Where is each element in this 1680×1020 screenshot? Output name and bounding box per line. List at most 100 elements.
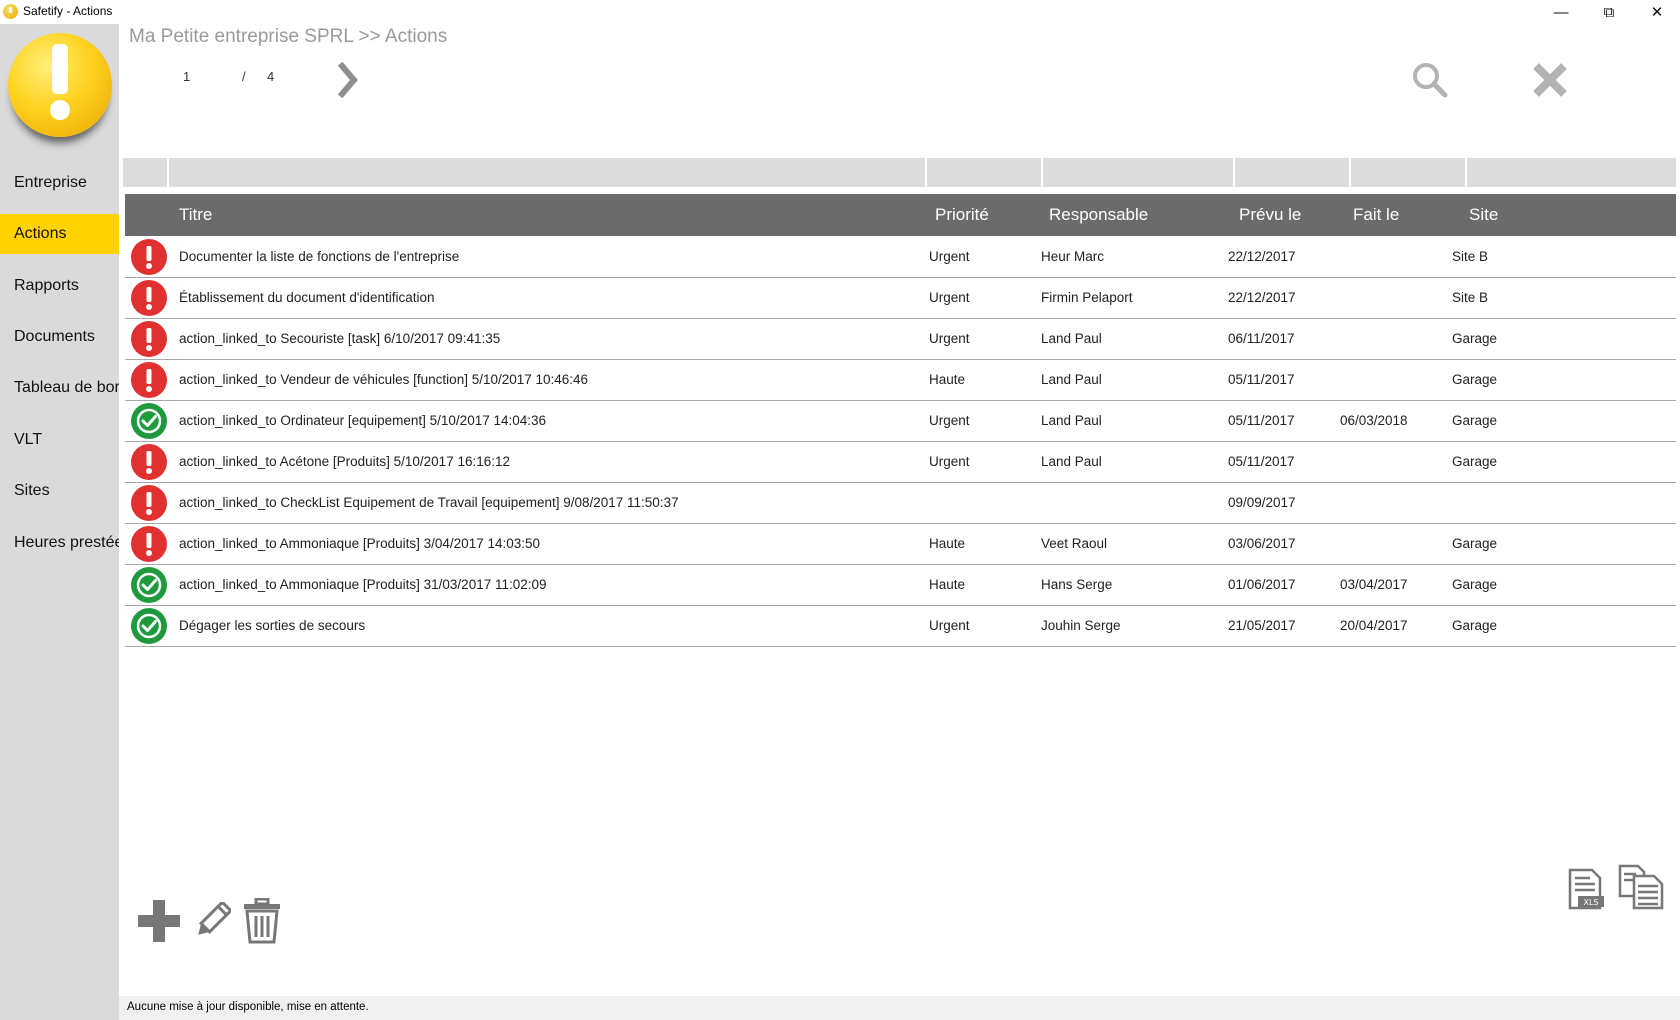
cell-priorite: Haute	[929, 372, 966, 387]
cell-titre: action_linked_to Vendeur de véhicules [f…	[179, 372, 589, 387]
cell-responsable: Land Paul	[1041, 372, 1102, 387]
cell-responsable: Veet Raoul	[1041, 536, 1108, 551]
cell-fait-le: 20/04/2017	[1340, 618, 1408, 633]
pencil-icon	[198, 900, 233, 935]
filter-cell-priorite[interactable]	[927, 158, 1043, 187]
table-row[interactable]: action_linked_to Secouriste [task] 6/10/…	[125, 319, 1676, 360]
cell-priorite: Urgent	[929, 249, 970, 264]
cell-prevu-le: 05/11/2017	[1228, 372, 1295, 387]
cell-site: Garage	[1452, 372, 1498, 387]
filter-row	[123, 158, 1676, 187]
window-title: Safetify - Actions	[23, 4, 113, 18]
app-logo-icon	[3, 4, 18, 19]
cell-titre: action_linked_to Ammoniaque [Produits] 3…	[179, 577, 547, 592]
cell-prevu-le: 03/06/2017	[1228, 536, 1296, 551]
add-button[interactable]	[136, 898, 182, 944]
checkmark-icon	[131, 567, 167, 603]
cell-titre: Documenter la liste de fonctions de l'en…	[179, 249, 460, 264]
cell-site: Garage	[1452, 454, 1498, 469]
close-window-button[interactable]: ✕	[1634, 0, 1680, 24]
column-header-responsable[interactable]: Responsable	[1049, 194, 1148, 236]
cell-titre: Établissement du document d'identificati…	[179, 290, 435, 305]
close-view-button[interactable]	[1530, 60, 1570, 100]
filter-cell-site[interactable]	[1467, 158, 1676, 187]
table-row[interactable]: action_linked_to Ordinateur [equipement]…	[125, 401, 1676, 442]
cell-prevu-le: 05/11/2017	[1228, 454, 1295, 469]
cell-titre: action_linked_to Secouriste [task] 6/10/…	[179, 331, 501, 346]
sidebar-item-sites[interactable]: Sites	[0, 471, 119, 511]
cell-priorite: Haute	[929, 536, 966, 551]
cell-site: Garage	[1452, 618, 1498, 633]
cell-responsable: Land Paul	[1041, 413, 1102, 428]
search-button[interactable]	[1410, 60, 1450, 100]
column-header-prevu-le[interactable]: Prévu le	[1239, 194, 1301, 236]
column-header-site[interactable]: Site	[1469, 194, 1498, 236]
sidebar-item-vlt[interactable]: VLT	[0, 420, 119, 460]
column-header-fait-le[interactable]: Fait le	[1353, 194, 1399, 236]
filter-cell-titre[interactable]	[169, 158, 927, 187]
cell-prevu-le: 01/06/2017	[1228, 577, 1296, 592]
table-row[interactable]: Documenter la liste de fonctions de l'en…	[125, 237, 1676, 278]
page-separator: /	[242, 69, 246, 84]
minimize-button[interactable]: —	[1538, 0, 1584, 24]
sidebar-item-tableau-de-bord[interactable]: Tableau de bord	[0, 368, 119, 408]
cell-responsable: Hans Serge	[1041, 577, 1113, 592]
status-bar: Aucune mise à jour disponible, mise en a…	[119, 996, 1680, 1020]
chevron-right-icon	[337, 61, 358, 99]
cell-responsable: Land Paul	[1041, 331, 1102, 346]
checkmark-icon	[131, 403, 167, 439]
breadcrumb: Ma Petite entreprise SPRL >> Actions	[129, 26, 448, 47]
table-row[interactable]: action_linked_to Vendeur de véhicules [f…	[125, 360, 1676, 401]
cell-prevu-le: 21/05/2017	[1228, 618, 1296, 633]
table-row[interactable]: action_linked_to Ammoniaque [Produits] 3…	[125, 565, 1676, 606]
document-export-icon	[1618, 864, 1664, 910]
table-row[interactable]: Dégager les sorties de secours Urgent Jouh…	[125, 606, 1676, 647]
page-total: 4	[267, 69, 275, 84]
sidebar-item-heures-prestees[interactable]: Heures prestées	[0, 523, 119, 563]
search-icon	[1413, 63, 1448, 98]
page-current: 1	[183, 69, 191, 84]
filter-cell-responsable[interactable]	[1043, 158, 1235, 187]
cell-site: Site B	[1452, 290, 1489, 305]
filter-cell-fait[interactable]	[1351, 158, 1467, 187]
svg-text:XLS: XLS	[1583, 898, 1598, 907]
cell-prevu-le: 22/12/2017	[1228, 249, 1296, 264]
filter-cell-status[interactable]	[123, 158, 169, 187]
cell-fait-le: 06/03/2018	[1340, 413, 1408, 428]
cell-site: Garage	[1452, 331, 1498, 346]
cell-priorite: Urgent	[929, 413, 970, 428]
table-row[interactable]: Établissement du document d'identificati…	[125, 278, 1676, 319]
status-message: Aucune mise à jour disponible, mise en a…	[127, 1001, 369, 1013]
export-xls-button[interactable]: XLS	[1568, 868, 1606, 910]
cell-priorite: Urgent	[929, 331, 970, 346]
restore-button[interactable]: ⧉	[1586, 0, 1632, 24]
close-icon	[1533, 63, 1567, 97]
export-doc-button[interactable]	[1618, 864, 1664, 910]
sidebar-item-actions[interactable]: Actions	[0, 214, 119, 254]
column-header-titre[interactable]: Titre	[179, 194, 212, 236]
cell-site: Site B	[1452, 249, 1489, 264]
plus-icon	[138, 900, 180, 942]
exclamation-icon	[131, 485, 167, 521]
exclamation-icon	[131, 444, 167, 480]
filter-cell-prevu[interactable]	[1235, 158, 1351, 187]
cell-site: Garage	[1452, 413, 1498, 428]
sidebar-item-entreprise[interactable]: Entreprise	[0, 163, 119, 203]
sidebar-item-rapports[interactable]: Rapports	[0, 266, 119, 306]
edit-button[interactable]	[191, 900, 233, 942]
table-row[interactable]: action_linked_to Acétone [Produits] 5/10…	[125, 442, 1676, 483]
sidebar-item-documents[interactable]: Documents	[0, 317, 119, 357]
column-header-priorite[interactable]: Priorité	[935, 194, 989, 236]
cell-prevu-le: 05/11/2017	[1228, 413, 1295, 428]
next-page-button[interactable]	[336, 61, 366, 99]
cell-priorite: Urgent	[929, 290, 970, 305]
xls-export-icon: XLS	[1568, 868, 1604, 910]
cell-priorite: Urgent	[929, 454, 970, 469]
cell-priorite: Urgent	[929, 618, 970, 633]
table-row[interactable]: action_linked_to Ammoniaque [Produits] 3…	[125, 524, 1676, 565]
exclamation-icon	[131, 239, 167, 275]
delete-button[interactable]	[242, 897, 282, 944]
cell-titre: action_linked_to Ammoniaque [Produits] 3…	[179, 536, 541, 551]
table-row[interactable]: action_linked_to CheckList Equipement de…	[125, 483, 1676, 524]
trash-icon	[244, 897, 280, 944]
